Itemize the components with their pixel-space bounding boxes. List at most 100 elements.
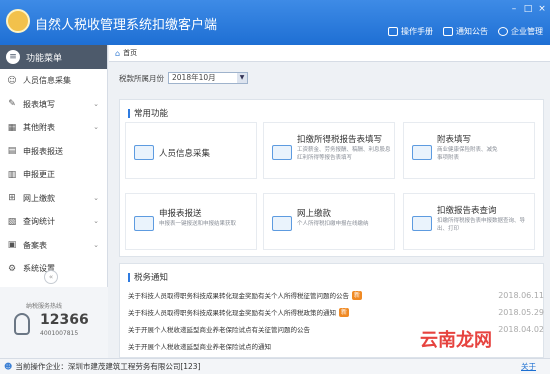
sidebar-item-filing[interactable]: ▣ 备案表 ⌄ [0, 234, 107, 258]
close-icon[interactable]: × [536, 4, 548, 14]
sidebar-item-label: 申报表报送 [23, 146, 63, 156]
watermark: 云南龙网 [420, 330, 492, 351]
id-card-icon [134, 145, 154, 160]
chevron-down-icon: ⌄ [93, 123, 99, 131]
card-desc: 扣缴所得税报告表申报数据查询、导出、打印 [437, 218, 526, 232]
card-title: 人员信息采集 [159, 149, 211, 159]
card-personnel[interactable]: 人员信息采集 [125, 122, 257, 179]
tab-home[interactable]: 首页 [123, 48, 137, 58]
maximize-icon[interactable]: □ [522, 4, 534, 14]
tax-emblem-icon [6, 9, 30, 33]
chevron-down-icon: ⌄ [93, 240, 99, 249]
status-text: 当前操作企业：深圳市建茂建筑工程劳务有限公司[123] [15, 362, 201, 371]
common-functions-panel: 常用功能 人员信息采集 扣缴所得税报告表填写 工资薪金、劳务报酬、稿酬、利息股息… [119, 99, 544, 257]
notice-text: 关于科技人员取得职务科技成果转化现金奖励有关个人所得税征管问题的公告 [128, 292, 349, 300]
panel-title-text: 常用功能 [134, 109, 169, 119]
chevron-down-icon: ⌄ [93, 99, 99, 108]
menu-header-label: 功能菜单 [26, 53, 63, 64]
card-desc: 个人所得税扣缴申报在线缴纳 [297, 221, 369, 227]
upload-icon [134, 216, 154, 231]
pencil-icon [412, 145, 432, 160]
card-desc: 工资薪金、劳务报酬、稿酬、利息股息红利所得等报告表填写 [297, 147, 391, 161]
card-report-fill[interactable]: 扣缴所得税报告表填写 工资薪金、劳务报酬、稿酬、利息股息红利所得等报告表填写 [263, 122, 395, 179]
sidebar-item-label: 备案表 [23, 240, 47, 250]
sidebar-item-label: 申报更正 [23, 170, 55, 180]
hotline-number: 12366 [40, 312, 89, 328]
sidebar-item-report-fill[interactable]: ✎ 报表填写 ⌄ [0, 93, 107, 117]
sidebar-item-correction[interactable]: ▥ 申报更正 [0, 163, 107, 187]
header-link-label: 操作手册 [401, 27, 433, 36]
card-desc: 申报表一键报送和申报结果获取 [159, 221, 237, 227]
title-bar: 自然人税收管理系统扣缴客户端 – □ × 操作手册 通知公告 企业管理 [0, 0, 550, 45]
header-link-label: 通知公告 [456, 27, 488, 36]
dropdown-arrow-icon: ▼ [237, 73, 247, 83]
panel-title: 税务通知 [128, 271, 168, 283]
period-selector: 税款所属月份 2018年10月 ▼ [119, 72, 248, 84]
phone-icon [14, 313, 30, 335]
notice-date: 2018.05.29 [498, 307, 544, 317]
card-payment[interactable]: 网上缴款 个人所得税扣缴申报在线缴纳 [263, 193, 395, 250]
main-content: ⌂ 首页 税款所属月份 2018年10月 ▼ 常用功能 人员信息采集 扣缴所得税… [109, 45, 550, 358]
minimize-icon[interactable]: – [508, 4, 520, 14]
person-icon: ☻ [4, 362, 13, 371]
sidebar-item-personnel[interactable]: ☺ 人员信息采集 [0, 69, 107, 93]
sidebar-item-label: 查询统计 [23, 217, 55, 227]
chevron-down-icon: ⌄ [93, 217, 99, 225]
app-window: 自然人税收管理系统扣缴客户端 – □ × 操作手册 通知公告 企业管理 ≡ 功能… [0, 0, 550, 374]
about-link[interactable]: 关于 [521, 361, 536, 372]
card-desc: 商业健康保险附表、减免事项附表 [437, 147, 498, 161]
card-title: 网上缴款 [297, 209, 332, 219]
sidebar-item-payment[interactable]: ⊞ 网上缴款 ⌄ [0, 187, 107, 211]
title-accent-bar [128, 108, 130, 118]
panel-title: 常用功能 [128, 107, 168, 119]
title-accent-bar [128, 272, 130, 282]
sidebar-item-other-schedules[interactable]: ▦ 其他附表 ⌄ [0, 116, 107, 140]
sidebar-item-label: 网上缴款 [23, 193, 55, 203]
card-title: 附表填写 [437, 135, 472, 145]
mail-icon [443, 27, 453, 36]
header-link-notices[interactable]: 通知公告 [443, 26, 488, 37]
gear-icon: ⚙ [7, 263, 17, 274]
sidebar: ≡ 功能菜单 ☺ 人员信息采集 ✎ 报表填写 ⌄ ▦ 其他附表 ⌄ ▤ 申报表报… [0, 45, 108, 358]
document-icon: ▤ [7, 146, 17, 157]
card-report-query[interactable]: 扣缴报告表查询 扣缴所得税报告表申报数据查询、导出、打印 [403, 193, 535, 250]
chart-icon: ▧ [7, 216, 17, 227]
chevron-down-icon: ⌄ [93, 193, 99, 202]
card-title: 扣缴报告表查询 [437, 206, 497, 216]
notice-date: 2018.04.02 [498, 324, 544, 334]
sidebar-item-query[interactable]: ▧ 查询统计 ⌄ [0, 210, 107, 234]
sidebar-item-submit[interactable]: ▤ 申报表报送 [0, 140, 107, 164]
notice-text: 关于开展个人税收递延型商业养老保险试点的通知 [128, 343, 271, 351]
user-icon: ☺ [7, 75, 17, 86]
new-badge: 新 [352, 290, 363, 300]
card-title: 申报表报送 [159, 209, 202, 219]
hotline-panel: 纳税服务热线 12366 4001007815 [0, 287, 108, 358]
card-submit[interactable]: 申报表报送 申报表一键报送和申报结果获取 [125, 193, 257, 250]
app-title: 自然人税收管理系统扣缴客户端 [35, 18, 218, 33]
card-title: 扣缴所得税报告表填写 [297, 135, 383, 145]
notice-text: 关于开展个人税收递延型商业养老保险试点有关征管问题的公告 [128, 326, 310, 334]
cart-icon: ⊞ [8, 193, 16, 204]
hotline-sub-number: 4001007815 [40, 330, 79, 337]
tab-bar: ⌂ 首页 [109, 45, 550, 62]
sidebar-item-label: 其他附表 [23, 123, 55, 133]
grid-icon: ▦ [7, 122, 17, 133]
function-menu-header: ≡ 功能菜单 [0, 45, 107, 69]
collapse-sidebar-button[interactable]: « [44, 270, 58, 284]
person-icon [498, 27, 508, 36]
edit-icon: ✎ [8, 99, 16, 110]
notice-item[interactable]: 关于科技人员取得职务科技成果转化现金奖励有关个人所得税征管问题的公告 新 201… [128, 288, 548, 302]
period-select[interactable]: 2018年10月 ▼ [168, 72, 248, 84]
sidebar-item-label: 报表填写 [23, 99, 55, 109]
header-link-label: 企业管理 [511, 27, 543, 36]
sidebar-item-label: 人员信息采集 [23, 76, 71, 86]
card-schedule-fill[interactable]: 附表填写 商业健康保险附表、减免事项附表 [403, 122, 535, 179]
hotline-label: 纳税服务热线 [26, 303, 63, 310]
book-icon [388, 27, 398, 36]
new-badge: 新 [339, 307, 350, 317]
form-icon [272, 145, 292, 160]
header-link-company[interactable]: 企业管理 [498, 26, 543, 37]
status-bar: ☻ 当前操作企业：深圳市建茂建筑工程劳务有限公司[123] 关于 [0, 358, 550, 374]
notice-item[interactable]: 关于科技人员取得职务科技成果转化现金奖励有关个人所得税政策的通知 新 2018.… [128, 305, 548, 319]
header-link-manual[interactable]: 操作手册 [388, 26, 433, 37]
